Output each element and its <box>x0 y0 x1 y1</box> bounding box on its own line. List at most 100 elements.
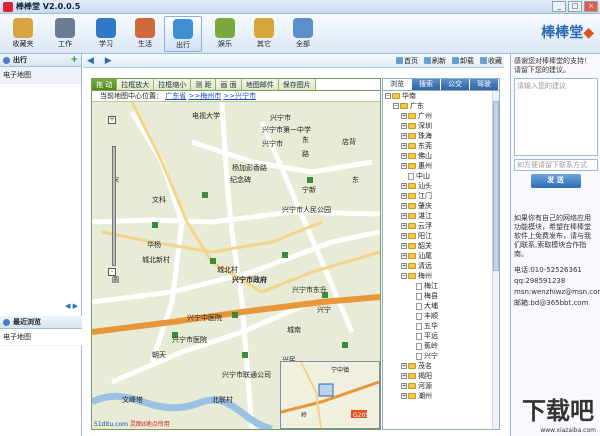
zoom-in-button[interactable]: + <box>108 116 116 124</box>
expand-icon[interactable]: + <box>401 363 407 369</box>
tree-item[interactable]: − 华南 <box>385 91 499 101</box>
tree-item[interactable]: − 广东 <box>385 101 499 111</box>
expand-icon[interactable]: + <box>401 163 407 169</box>
expand-icon[interactable]: + <box>401 193 407 199</box>
tree-item[interactable]: + 东莞 <box>385 141 499 151</box>
home-link[interactable]: 首页 <box>396 56 418 66</box>
toolbar-item-life[interactable]: 生活 <box>126 16 164 52</box>
toolbar-item-other[interactable]: 其它 <box>245 16 283 52</box>
tree-item[interactable]: + 茂名 <box>385 361 499 371</box>
expand-icon[interactable]: + <box>401 393 407 399</box>
sidebar-item-map[interactable]: 电子地图 <box>0 67 81 84</box>
favorite-link[interactable]: 收藏 <box>480 56 502 66</box>
tree-item[interactable]: + 珠海 <box>385 131 499 141</box>
expand-icon[interactable]: + <box>401 223 407 229</box>
toolbar-item-favorites[interactable]: 收藏夹 <box>4 16 42 52</box>
refresh-link[interactable]: 刷新 <box>424 56 446 66</box>
add-icon[interactable]: + <box>70 55 78 65</box>
expand-icon[interactable]: + <box>401 123 407 129</box>
toolbar-item-travel[interactable]: 出行 <box>164 16 202 52</box>
expand-icon[interactable]: + <box>401 183 407 189</box>
expand-icon[interactable]: + <box>401 243 407 249</box>
tree-item[interactable]: + 河源 <box>385 381 499 391</box>
tree-item[interactable]: +五华 <box>385 321 499 331</box>
tree-item[interactable]: + 韶关 <box>385 241 499 251</box>
map-footer-site[interactable]: 51ditu.com <box>94 421 128 428</box>
location-link-province[interactable]: 广东省 <box>165 92 186 100</box>
tab-search[interactable]: 搜索 <box>412 79 441 90</box>
toolbar-item-study[interactable]: 学习 <box>87 16 125 52</box>
location-link-county[interactable]: >>兴宁市 <box>223 92 256 100</box>
tree-scrollbar[interactable] <box>492 91 499 429</box>
contact-input[interactable]: 如方便请留下联系方式 <box>514 159 598 171</box>
collapse-icon[interactable] <box>3 318 10 326</box>
expand-icon[interactable]: + <box>401 233 407 239</box>
zoom-slider[interactable] <box>112 146 116 266</box>
feedback-textarea[interactable]: 请输入您的建议 <box>514 78 598 156</box>
tree-item[interactable]: +蕉岭 <box>385 341 499 351</box>
map-tab-draw[interactable]: 画 面 <box>216 79 242 90</box>
map-tab-drag[interactable]: 拖 动 <box>92 79 118 90</box>
tree-item[interactable]: + 清远 <box>385 261 499 271</box>
collapse-icon[interactable] <box>3 56 10 64</box>
tab-bus[interactable]: 公交 <box>441 79 470 90</box>
expand-icon[interactable]: + <box>401 133 407 139</box>
tree-item[interactable]: + 揭阳 <box>385 371 499 381</box>
tree-item[interactable]: + 汕尾 <box>385 251 499 261</box>
tree-item[interactable]: +梅江 <box>385 281 499 291</box>
expand-icon[interactable]: + <box>401 143 407 149</box>
map-tab-zoom-in[interactable]: 拉框放大 <box>117 79 155 90</box>
tree-item[interactable]: +丰顺 <box>385 311 499 321</box>
back-forward-arrows[interactable]: ◀ ▶ <box>87 56 116 66</box>
close-button[interactable]: × <box>584 1 598 12</box>
expand-icon[interactable]: + <box>401 153 407 159</box>
tree-item[interactable]: +大埔 <box>385 301 499 311</box>
tree-item[interactable]: + 惠州 <box>385 161 499 171</box>
minimize-button[interactable]: _ <box>552 1 566 12</box>
tree-item[interactable]: + 湛江 <box>385 211 499 221</box>
tree-item[interactable]: + 阳江 <box>385 231 499 241</box>
tree-item[interactable]: + 佛山 <box>385 151 499 161</box>
toolbar-item-work[interactable]: 工作 <box>46 16 84 52</box>
expand-icon[interactable]: + <box>401 383 407 389</box>
zoom-control[interactable]: + - <box>108 116 124 276</box>
maximize-button[interactable]: □ <box>568 1 582 12</box>
map-tab-zoom-out[interactable]: 拉框缩小 <box>154 79 192 90</box>
tree-scroll-thumb[interactable] <box>493 101 499 271</box>
sidebar-scroll-arrows[interactable]: ◀ ▶ <box>0 302 82 314</box>
expand-icon[interactable]: + <box>401 253 407 259</box>
toolbar-item-entertainment[interactable]: 娱乐 <box>206 16 244 52</box>
tree-item[interactable]: +梅县 <box>385 291 499 301</box>
zoom-out-button[interactable]: - <box>108 268 116 276</box>
collapse-icon[interactable]: − <box>385 93 391 99</box>
tree-item[interactable]: + 肇庆 <box>385 201 499 211</box>
tree-item[interactable]: + 广州 <box>385 111 499 121</box>
collapse-icon[interactable]: − <box>393 103 399 109</box>
tree-item[interactable]: +兴宁 <box>385 351 499 361</box>
tree-item[interactable]: + 潮州 <box>385 391 499 401</box>
expand-icon[interactable]: + <box>401 373 407 379</box>
tab-browse[interactable]: 浏览 <box>383 79 412 90</box>
expand-icon[interactable]: + <box>401 263 407 269</box>
map-tab-save[interactable]: 保存图片 <box>278 79 316 90</box>
tree-item[interactable]: + 云浮 <box>385 221 499 231</box>
tree-item[interactable]: + 江门 <box>385 191 499 201</box>
tab-drive[interactable]: 驾驶 <box>470 79 499 90</box>
collapse-icon[interactable]: − <box>401 273 407 279</box>
tree-item[interactable]: +中山 <box>385 171 499 181</box>
send-button[interactable]: 发 送 <box>530 174 581 188</box>
toolbar-item-all[interactable]: 全部 <box>284 16 322 52</box>
overview-minimap[interactable]: G205 宁中镇 岭 <box>280 361 380 429</box>
tree-item[interactable]: − 梅州 <box>385 271 499 281</box>
expand-icon[interactable]: + <box>401 113 407 119</box>
tree-item[interactable]: + 汕头 <box>385 181 499 191</box>
uninstall-link[interactable]: 卸载 <box>452 56 474 66</box>
map-canvas[interactable]: 兴宁市 兴宁市第一中学 电视大学 兴宁市 东 路 店背 宁新 兴宁市人民公园 杨… <box>92 102 380 429</box>
expand-icon[interactable]: + <box>401 203 407 209</box>
tree-item[interactable]: +平远 <box>385 331 499 341</box>
recent-item-map[interactable]: 电子地图 <box>0 329 82 346</box>
tree-item[interactable]: + 深圳 <box>385 121 499 131</box>
location-link-city[interactable]: >>梅州市 <box>188 92 221 100</box>
map-tab-email[interactable]: 地图邮件 <box>241 79 279 90</box>
expand-icon[interactable]: + <box>401 213 407 219</box>
